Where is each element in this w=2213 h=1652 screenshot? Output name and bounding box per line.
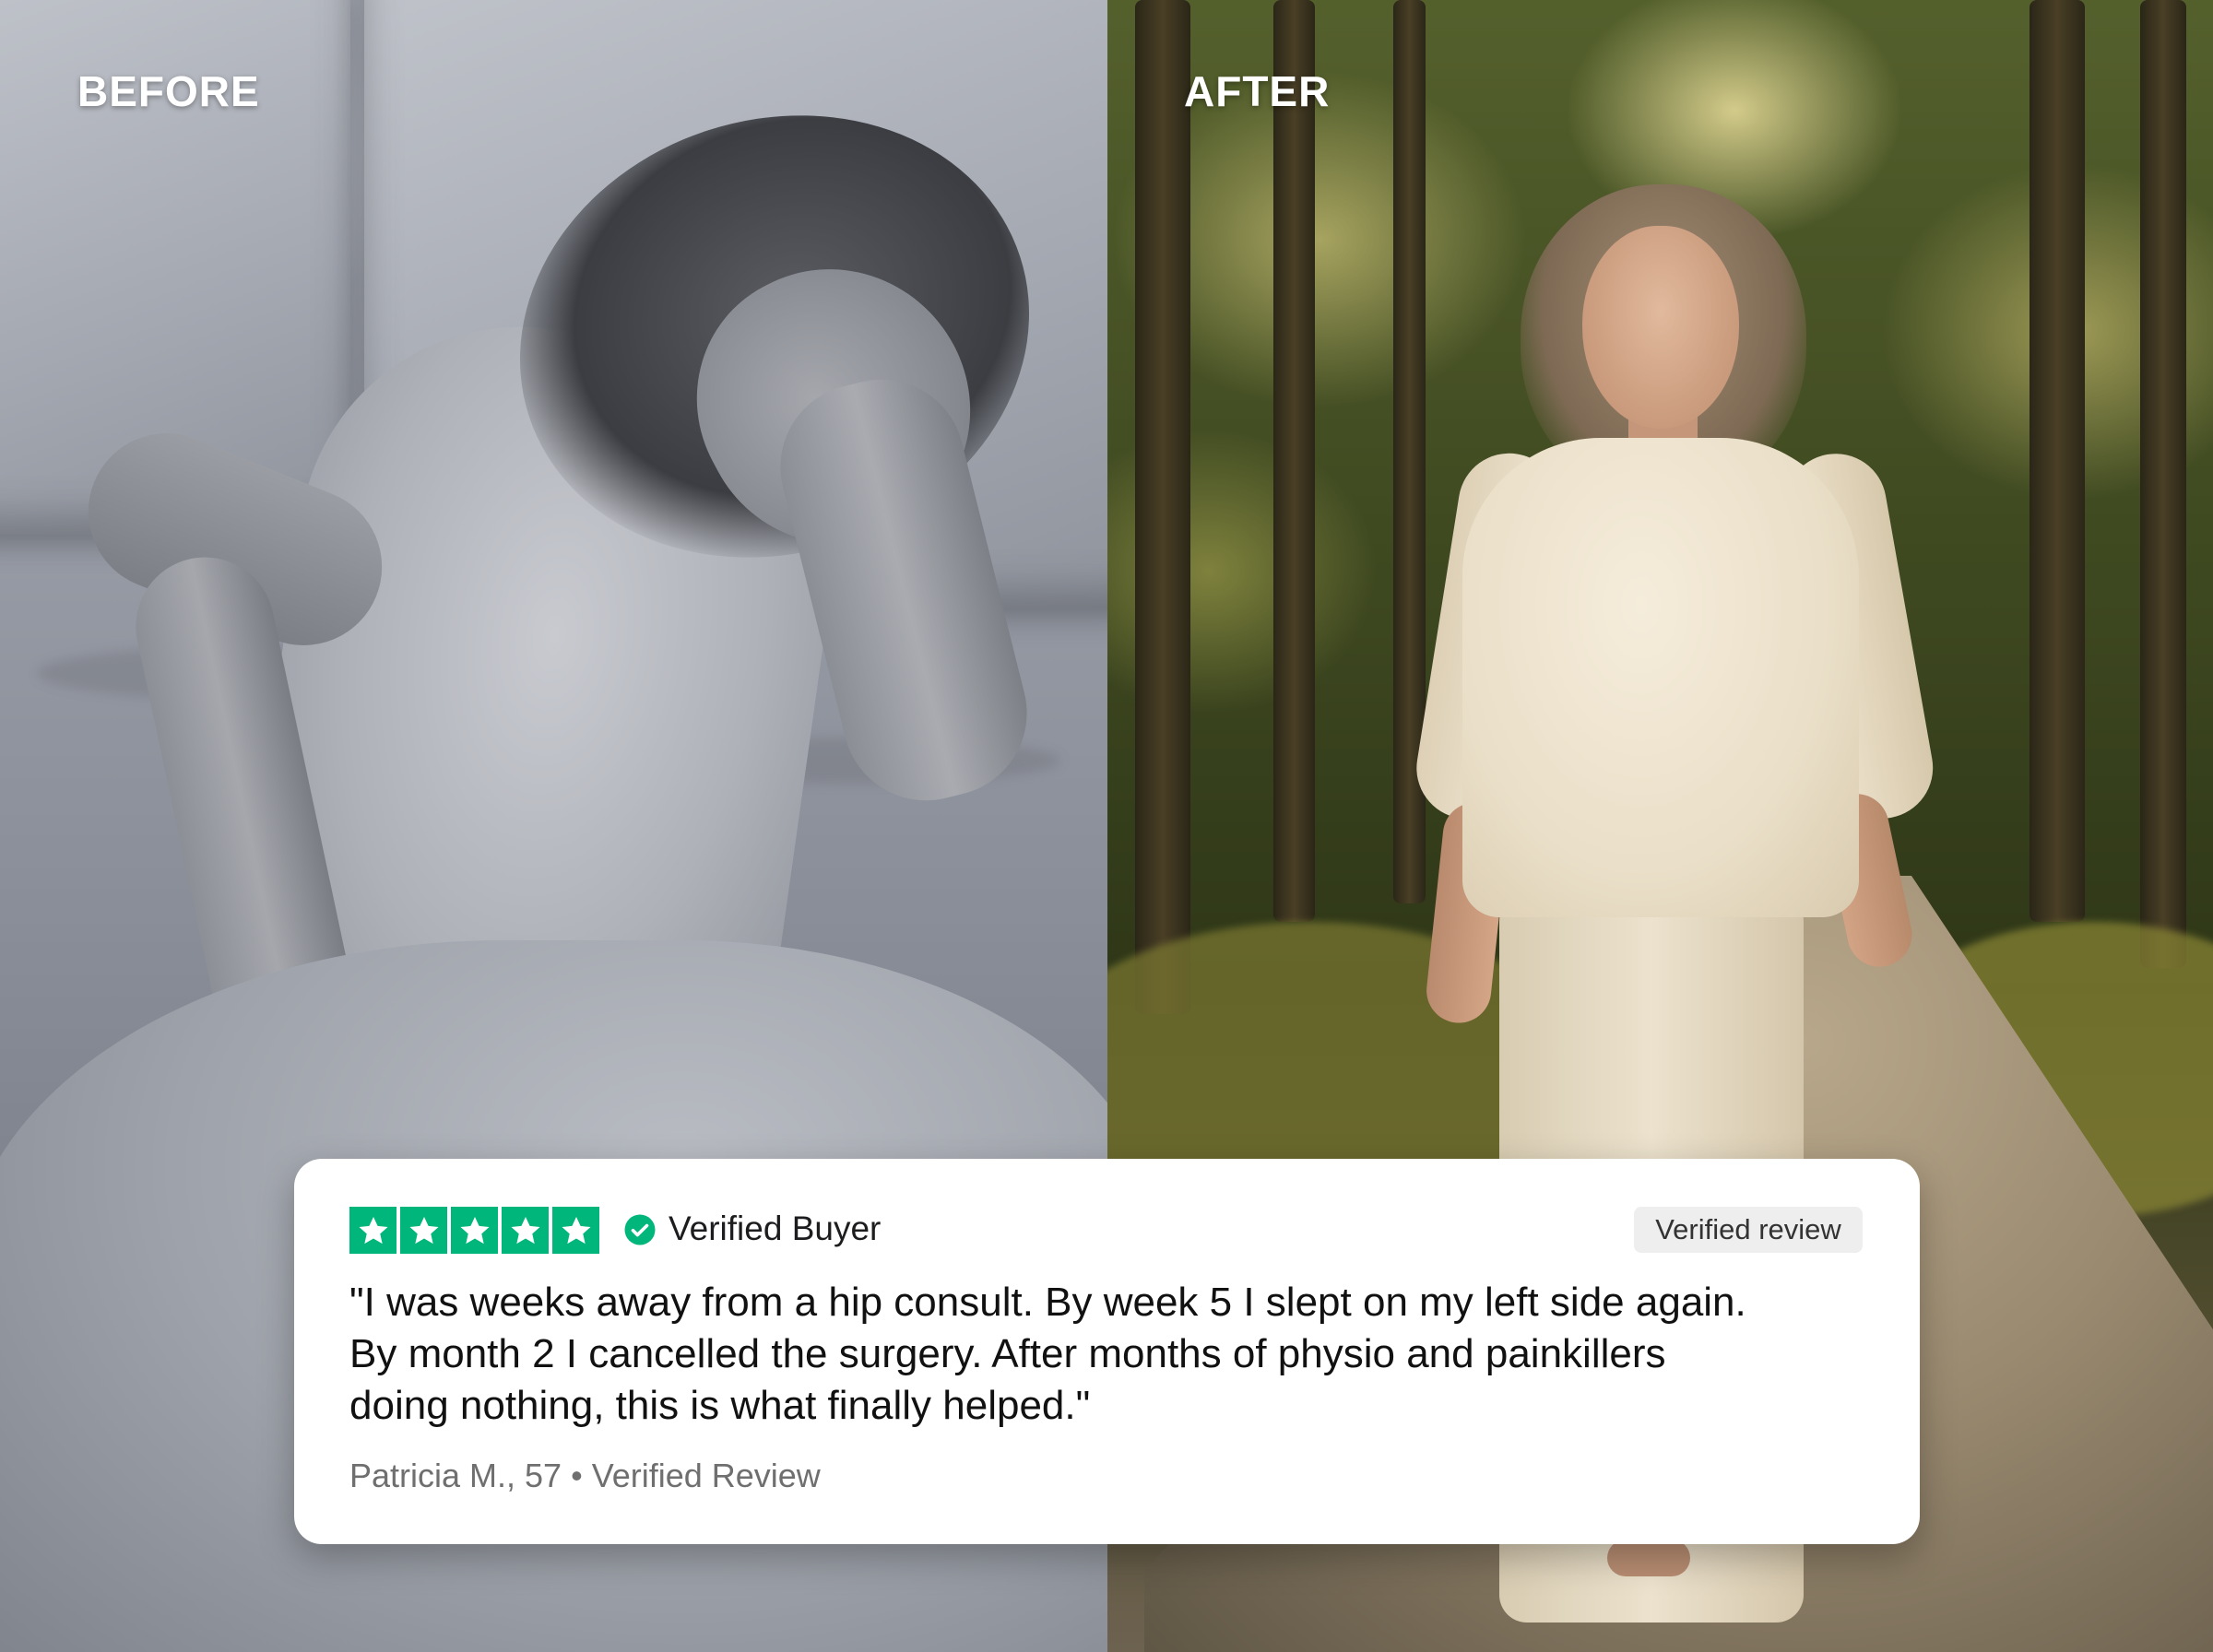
woman-smiling-face (1582, 226, 1739, 429)
review-quote: "I was weeks away from a hip consult. By… (349, 1277, 1862, 1432)
quote-line: "I was weeks away from a hip consult. By… (349, 1280, 1746, 1325)
woman-shoe (1607, 1540, 1690, 1576)
tree-trunk (1273, 0, 1315, 922)
reviewer-attribution: Patricia M., 57 • Verified Review (349, 1457, 821, 1494)
star-rating (349, 1207, 599, 1254)
woman-linen-shirt (1462, 438, 1859, 917)
quote-line: doing nothing, this is what finally help… (349, 1383, 1091, 1428)
verified-buyer-label: Verified Buyer (669, 1210, 882, 1247)
tree-trunk (2140, 0, 2186, 968)
review-card: Verified Buyer Verified review "I was we… (294, 1159, 1920, 1544)
check-circle-icon (624, 1214, 656, 1245)
tree-trunk (1135, 0, 1190, 1014)
tree-trunk (2030, 0, 2085, 922)
before-label: BEFORE (77, 67, 260, 115)
star-icon (400, 1207, 447, 1254)
star-icon (502, 1207, 549, 1254)
verified-review-badge: Verified review (1634, 1207, 1863, 1253)
star-icon (552, 1207, 599, 1254)
quote-line: By month 2 I cancelled the surgery. Afte… (349, 1331, 1666, 1376)
after-label: AFTER (1184, 67, 1331, 115)
star-icon (451, 1207, 498, 1254)
star-icon (349, 1207, 396, 1254)
